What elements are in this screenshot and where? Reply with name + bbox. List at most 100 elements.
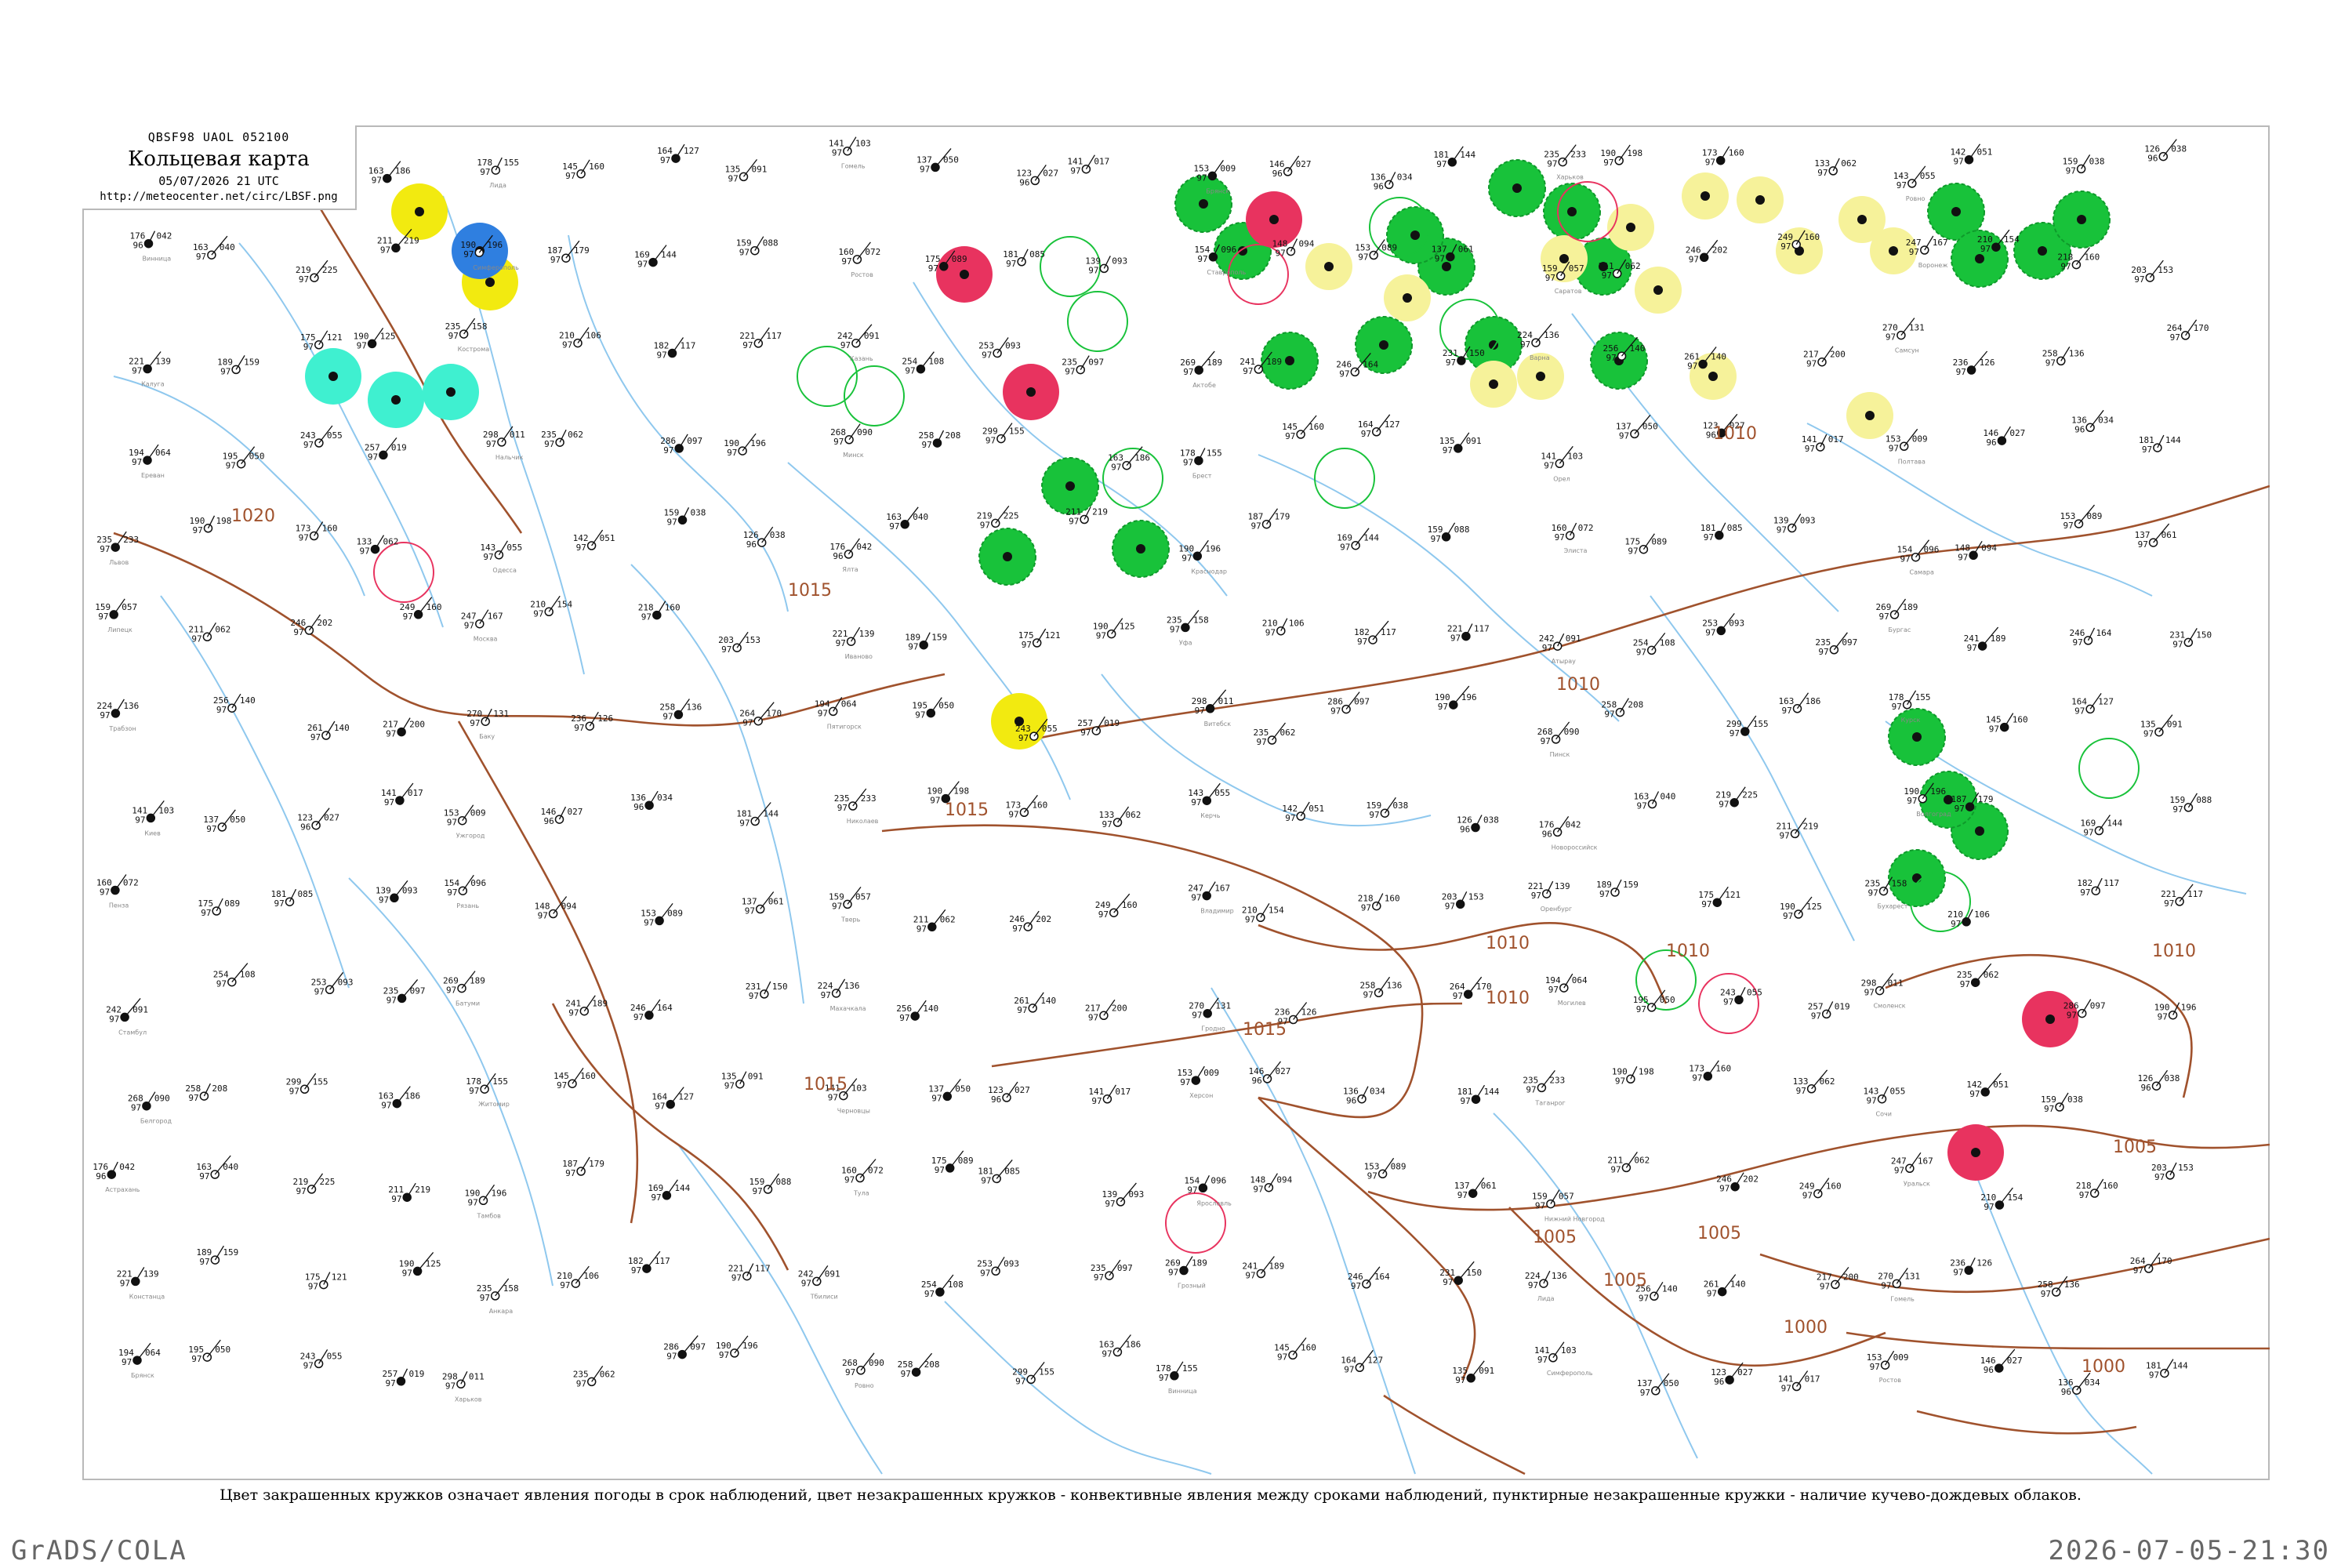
station-plot: 270 13197Гомель — [1878, 1268, 1920, 1302]
station-visibility: 97 — [666, 1352, 677, 1362]
station-plot: 241 18997 — [1964, 626, 2005, 653]
station-visibility: 97 — [1369, 810, 1379, 820]
station-plot: 159 08897 — [1428, 522, 1469, 544]
station-pressure: 055 — [327, 430, 343, 441]
station-name: Херсон — [1189, 1092, 1213, 1099]
station-name: Витебск — [1204, 720, 1232, 728]
station-visibility: 97 — [1520, 339, 1530, 350]
station-pressure: 090 — [869, 1358, 884, 1368]
station-plot: 126 03896 — [2138, 1069, 2180, 1093]
station-visibility: 97 — [1555, 532, 1565, 543]
station-visibility: 97 — [1619, 430, 1629, 441]
station-pressure: 219 — [404, 235, 419, 245]
station-plot: 190 19897 — [1612, 1066, 1654, 1086]
station-pressure: 064 — [155, 448, 171, 458]
station-plot: 235 06297 — [573, 1366, 615, 1388]
synoptic-map: 163 18697178 15597Лида145 16097164 12797135 0… — [93, 136, 2270, 1475]
station-pressure: 017 — [1828, 434, 1844, 445]
station-plot: 173 16097 — [296, 521, 337, 543]
station-pressure: 150 — [1466, 1268, 1482, 1278]
station-plot: 299 15597 — [1726, 715, 1769, 739]
station-visibility: 97 — [274, 898, 285, 909]
station-pressure: 186 — [1134, 453, 1150, 463]
station-name: Рязань — [456, 902, 479, 909]
station-visibility: 97 — [899, 1013, 909, 1023]
station-plot: 298 01197Витебск — [1192, 689, 1233, 728]
station-pressure: 038 — [1483, 815, 1499, 826]
source-url[interactable]: http://meteocenter.net/circ/LBSF.png — [82, 191, 355, 203]
station-pressure: 103 — [1567, 451, 1583, 461]
station-name: Атырау — [1552, 658, 1576, 665]
station-visibility: 97 — [2133, 1265, 2143, 1276]
station-plot: 211 06297 — [188, 622, 230, 644]
station-visibility: 97 — [1548, 985, 1559, 995]
station-pressure: 189 — [1269, 1261, 1284, 1272]
station-visibility: 97 — [1956, 367, 1966, 377]
station-pressure: 055 — [327, 1351, 343, 1361]
station-visibility: 97 — [216, 979, 227, 989]
station-pressure: 097 — [1117, 1263, 1133, 1273]
station-pressure: 208 — [946, 430, 961, 441]
station-visibility: 97 — [2083, 828, 2093, 838]
station-pressure: 062 — [940, 914, 956, 924]
station-pressure: 140 — [240, 695, 256, 706]
station-pressure: 189 — [1903, 602, 1918, 612]
station-pressure: 057 — [1569, 263, 1584, 274]
station-pressure: 140 — [1711, 352, 1726, 362]
station-dot-icon — [1857, 215, 1867, 224]
station-name: Калуга — [141, 381, 165, 388]
station-name: Уральск — [1904, 1180, 1930, 1187]
station-visibility: 97 — [908, 642, 918, 652]
station-pressure: 198 — [953, 786, 969, 797]
station-pressure: 061 — [1481, 1181, 1497, 1191]
station-pressure: 233 — [123, 535, 139, 545]
station-name: Брянск — [131, 1372, 154, 1379]
station-plot: 189 15997 — [217, 355, 260, 376]
station-plot: 126 03896 — [743, 526, 786, 550]
station-name: Таганрог — [1534, 1099, 1565, 1106]
station-plot: 181 08597 — [1700, 522, 1743, 543]
station-visibility: 97 — [1958, 552, 1968, 562]
station-plot: 221 13997Оренбург — [1528, 880, 1572, 913]
station-visibility: 97 — [1707, 1289, 1717, 1299]
station-pressure: 062 — [1280, 728, 1296, 738]
station-visibility: 97 — [299, 533, 309, 543]
station-plot: 164 12797 — [1358, 414, 1400, 439]
render-timestamp: 2026-07-05-21:30 — [2048, 1535, 2330, 1566]
station-visibility: 97 — [100, 710, 110, 720]
station-visibility: 96 — [991, 1094, 1001, 1105]
station-pressure: 011 — [1888, 978, 1904, 989]
station-visibility: 97 — [98, 612, 108, 622]
station-pressure: 225 — [1742, 790, 1758, 800]
station-plot: 142 05197 — [1282, 801, 1324, 823]
station-pressure: 091 — [864, 331, 880, 341]
station-visibility: 97 — [845, 1367, 855, 1377]
station-plot: 257 01997 — [1077, 716, 1120, 738]
station-plot: 137 05097 — [203, 809, 245, 834]
station-pressure: 038 — [2165, 1073, 2180, 1083]
station-pressure: 089 — [667, 908, 683, 918]
station-pressure: 167 — [1214, 884, 1230, 894]
station-visibility: 97 — [1363, 989, 1374, 1000]
station-plot: 136 03496 — [630, 790, 673, 812]
station-plot: 254 10897 — [213, 963, 256, 989]
station-plot: 243 05597 — [300, 425, 343, 450]
station-plot: 264 17097 — [739, 702, 782, 728]
station-plot: 169 14497 — [2080, 815, 2123, 838]
station-pressure: 136 — [2064, 1279, 2080, 1290]
station-plot: 298 01197Смоленск — [1861, 973, 1906, 1010]
station-pressure: 027 — [2007, 1356, 2023, 1366]
station-name: Черновцы — [837, 1108, 870, 1115]
station-visibility: 97 — [2080, 887, 2090, 898]
station-plot: 243 05597 — [300, 1349, 343, 1370]
station-dot-icon — [1403, 293, 1412, 303]
station-plot: 178 15597Лида — [477, 157, 519, 189]
station-plot: 247 16797Владимир — [1188, 881, 1234, 915]
station-plot: 148 09497 — [535, 896, 577, 921]
station-visibility: 97 — [1069, 517, 1079, 527]
station-name: Нижний Новгород — [1544, 1216, 1605, 1223]
station-plot: 175 12197 — [305, 1272, 347, 1292]
station-plot: 241 18997 — [1242, 1256, 1284, 1281]
station-plot: 146 02796 — [541, 806, 583, 826]
station-visibility: 97 — [1960, 979, 1970, 989]
